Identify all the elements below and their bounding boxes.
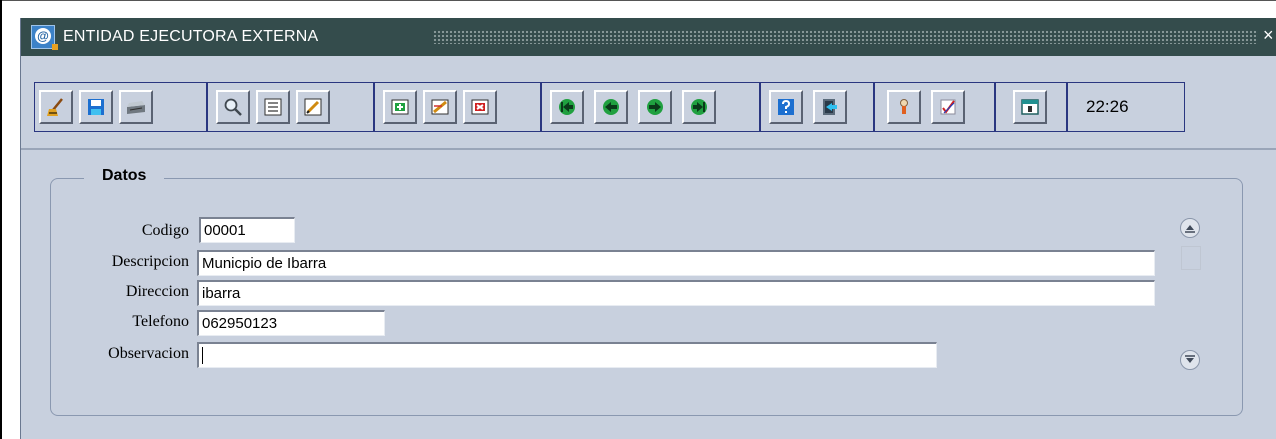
first-arrow-icon	[559, 99, 575, 115]
delete-record-button[interactable]	[463, 90, 497, 124]
observacion-field[interactable]	[197, 342, 937, 368]
form-window: @ ENTIDAD EJECUTORA EXTERNA × 22:26 Dato…	[20, 18, 1276, 439]
telefono-label: Telefono	[132, 313, 189, 330]
first-record-button[interactable]	[550, 90, 584, 124]
insert-record-icon	[391, 99, 409, 115]
toolbar-group-file	[34, 82, 207, 132]
pin-mark	[52, 44, 58, 50]
delete-record-icon	[471, 99, 489, 115]
chevron-down-icon	[1185, 355, 1195, 363]
close-icon[interactable]: ×	[1263, 25, 1274, 46]
magnifier-icon	[224, 98, 242, 116]
scroll-up-button[interactable]	[1180, 218, 1200, 238]
chevron-up-icon	[1185, 225, 1195, 233]
duplicate-record-icon	[431, 99, 449, 115]
edit-button[interactable]	[296, 90, 330, 124]
last-arrow-icon	[691, 99, 707, 115]
text-caret	[202, 347, 203, 364]
title-bar[interactable]: @ ENTIDAD EJECUTORA EXTERNA ×	[21, 18, 1276, 56]
toolbar-group-calendar	[995, 82, 1067, 132]
user-button[interactable]	[887, 90, 921, 124]
direccion-field[interactable]: ibarra	[197, 280, 1155, 306]
clock-display: 22:26	[1067, 82, 1185, 132]
title-bar-pattern	[433, 30, 1258, 44]
previous-record-button[interactable]	[594, 90, 628, 124]
at-sign-glyph: @	[35, 28, 51, 44]
checkmark-icon	[940, 99, 956, 115]
toolbar-group-records	[374, 82, 541, 132]
check-button[interactable]	[931, 90, 965, 124]
datos-legend: Datos	[84, 167, 165, 185]
next-arrow-icon	[647, 99, 663, 115]
print-button[interactable]	[119, 90, 153, 124]
scroll-down-button[interactable]	[1180, 350, 1200, 370]
broom-icon	[47, 98, 63, 116]
next-record-button[interactable]	[638, 90, 672, 124]
window-title: ENTIDAD EJECUTORA EXTERNA	[63, 28, 319, 45]
toolbar-group-query	[207, 82, 374, 132]
calendar-button[interactable]	[1013, 90, 1047, 124]
floppy-disk-icon	[88, 99, 104, 115]
codigo-label: Codigo	[141, 222, 189, 239]
screen-left-edge	[0, 0, 2, 439]
direccion-label: Direccion	[125, 283, 189, 300]
observacion-label: Observacion	[108, 345, 189, 362]
descripcion-label: Descripcion	[111, 253, 189, 270]
pencil-icon	[304, 98, 322, 116]
list-button[interactable]	[256, 90, 290, 124]
form-content: Datos Codigo 00001 Descripcion Municpio …	[21, 150, 1276, 439]
toolbar-group-help	[760, 82, 874, 132]
clear-button[interactable]	[39, 90, 73, 124]
help-icon	[778, 99, 794, 115]
codigo-field[interactable]: 00001	[199, 217, 295, 243]
duplicate-record-button[interactable]	[423, 90, 457, 124]
clock-time: 22:26	[1086, 97, 1129, 116]
exit-door-icon	[823, 99, 837, 115]
toolbar-group-user	[874, 82, 995, 132]
printer-icon	[127, 101, 145, 114]
record-scrollbar-track[interactable]	[1181, 246, 1201, 270]
search-button[interactable]	[216, 90, 250, 124]
insert-record-button[interactable]	[383, 90, 417, 124]
list-icon	[264, 98, 282, 116]
notebook-at-icon[interactable]: @	[31, 25, 58, 50]
toolbar-group-navigation	[541, 82, 760, 132]
previous-arrow-icon	[603, 99, 619, 115]
user-icon	[900, 99, 908, 114]
last-record-button[interactable]	[682, 90, 716, 124]
toolbar: 22:26	[21, 56, 1276, 150]
help-button[interactable]	[769, 90, 803, 124]
calendar-icon	[1021, 99, 1039, 115]
exit-button[interactable]	[813, 90, 847, 124]
screen-top-edge	[0, 0, 1276, 1]
descripcion-field[interactable]: Municpio de Ibarra	[197, 250, 1155, 276]
telefono-field[interactable]: 062950123	[197, 310, 385, 336]
save-button[interactable]	[79, 90, 113, 124]
